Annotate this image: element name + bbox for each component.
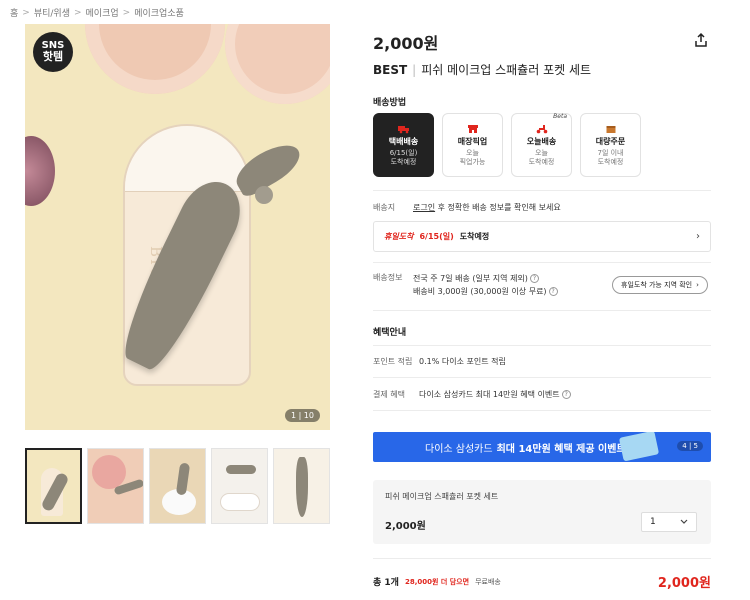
box-icon: [606, 125, 615, 133]
shipping-info-line2: 배송비 3,000원 (30,000원 이상 무료): [413, 287, 547, 297]
option-price: 2,000원: [385, 521, 426, 532]
product-price: 2,000원: [373, 34, 439, 53]
badge-line2: 핫템: [42, 50, 64, 64]
store-icon: [467, 124, 478, 133]
shipping-info-label: 배송정보: [373, 273, 403, 282]
help-icon[interactable]: ?: [561, 390, 571, 399]
points-label: 포인트 적립: [373, 357, 413, 366]
payment-benefit-label: 결제 혜택: [373, 390, 405, 399]
shipping-info-text: 전국 주 7일 배송 (일부 지역 제외)? 배송비 3,000원 (30,00…: [413, 272, 558, 298]
arrival-estimate-box[interactable]: 휴일도착 6/15(일) 도착예정 ›: [373, 221, 711, 252]
promo-text: 다이소 삼성카드: [425, 443, 493, 455]
decor-brush: [25, 136, 55, 206]
benefits-title: 혜택안내: [373, 328, 407, 338]
breadcrumb-separator: >: [22, 7, 30, 18]
help-icon[interactable]: ?: [529, 274, 539, 283]
product-main-image[interactable]: BICHIC SNS 핫템 1 | 10: [25, 24, 330, 430]
login-link[interactable]: 로그인: [413, 203, 435, 212]
quantity-select[interactable]: 1: [641, 512, 697, 532]
free-shipping-threshold: 28,000원 더 담으면: [404, 577, 470, 586]
divider: [373, 190, 711, 191]
shipping-option-sub: 6/15(일) 도착예정: [389, 148, 418, 166]
thumbnail-strip: [25, 448, 330, 524]
thumbnail-3[interactable]: [149, 448, 206, 524]
promo-pager: 4 | 5: [677, 441, 703, 451]
shipping-option-pickup[interactable]: 매장픽업 오늘 픽업가능: [442, 113, 503, 177]
shipping-option-sub: 7일 이내 도착예정: [597, 148, 624, 166]
help-icon[interactable]: ?: [548, 287, 558, 297]
breadcrumb-current[interactable]: 메이크업소품: [134, 6, 184, 19]
pouch-button: [255, 186, 273, 204]
payment-benefit-text: 다이소 삼성카드 최대 14만원 혜택 이벤트?: [419, 389, 571, 400]
check-region-button[interactable]: 휴일도착 가능 지역 확인 ›: [612, 276, 708, 294]
breadcrumb-category[interactable]: 뷰티/위생: [34, 6, 70, 19]
chevron-down-icon: [680, 519, 688, 524]
divider: [373, 410, 711, 411]
shipping-option-name: 택배배송: [388, 136, 419, 146]
product-name: 피쉬 메이크업 스패츌러 포켓 세트: [421, 63, 592, 77]
total-count: 총 1개: [373, 578, 399, 588]
shipping-option-sub: 오늘 픽업가능: [459, 148, 486, 166]
free-shipping-label: 무료배송: [475, 577, 501, 586]
option-name: 피쉬 메이크업 스패츌러 포켓 세트: [385, 492, 499, 501]
thumbnail-1[interactable]: [25, 448, 82, 524]
thumbnail-5[interactable]: [273, 448, 330, 524]
decor-compact: [85, 24, 225, 94]
arrival-date: 6/15(일): [419, 232, 454, 241]
divider: [373, 377, 711, 378]
shipping-options: 택배배송 6/15(일) 도착예정 매장픽업 오늘 픽업가능 Beta 오늘배송 오…: [373, 113, 641, 177]
card-illustration: [618, 432, 660, 462]
destination-text: 로그인 후 정확한 배송 정보를 확인해 보세요: [413, 202, 561, 213]
shipping-option-delivery[interactable]: 택배배송 6/15(일) 도착예정: [373, 113, 434, 177]
beta-label: Beta: [553, 113, 567, 120]
promo-banner[interactable]: 다이소 삼성카드 최대 14만원 혜택 제공 이벤트 4 | 5: [373, 432, 711, 462]
breadcrumb-separator: >: [122, 7, 131, 18]
shipping-info-line1: 전국 주 7일 배송 (일부 지역 제외): [413, 274, 528, 283]
chevron-right-icon: ›: [696, 281, 699, 289]
chevron-right-icon: ›: [696, 231, 700, 242]
destination-label: 배송지: [373, 203, 396, 212]
divider: [373, 345, 711, 346]
truck-icon: [397, 125, 409, 134]
destination-hint: 후 정확한 배송 정보를 확인해 보세요: [437, 203, 561, 212]
quantity-value: 1: [650, 517, 656, 527]
pouch-flap: [125, 126, 249, 192]
breadcrumb-separator: >: [73, 7, 82, 18]
decor-compact: [225, 24, 330, 104]
divider: [373, 262, 711, 263]
shipping-option-name: 오늘배송: [526, 136, 557, 146]
promo-highlight: 최대 14만원 혜택 제공 이벤트: [496, 443, 626, 455]
divider: [373, 310, 711, 311]
holiday-delivery-brand: 휴일도착: [384, 232, 414, 241]
divider: [373, 558, 711, 559]
product-title: BEST | 피쉬 메이크업 스패츌러 포켓 세트: [373, 61, 591, 78]
shipping-option-sub: 오늘 도착예정: [528, 148, 555, 166]
shipping-option-name: 대량주문: [595, 136, 626, 146]
points-text: 0.1% 다이소 포인트 적립: [419, 357, 506, 366]
shipping-option-same-day[interactable]: Beta 오늘배송 오늘 도착예정: [511, 113, 572, 177]
sns-hot-badge: SNS 핫템: [33, 32, 73, 72]
scooter-icon: [536, 124, 547, 134]
shipping-option-bulk[interactable]: 대량주문 7일 이내 도착예정: [580, 113, 641, 177]
shipping-method-title: 배송방법: [373, 98, 407, 108]
thumbnail-4[interactable]: [211, 448, 268, 524]
shipping-option-name: 매장픽업: [457, 136, 488, 146]
image-counter: 1 | 10: [284, 409, 320, 422]
breadcrumb: 홈 > 뷰티/위생 > 메이크업 > 메이크업소품: [10, 6, 184, 20]
share-icon[interactable]: [693, 32, 709, 48]
breadcrumb-subcategory[interactable]: 메이크업: [86, 6, 119, 19]
title-divider: |: [412, 62, 417, 77]
total-row: 총 1개 28,000원 더 담으면 무료배송 2,000원: [373, 572, 711, 591]
best-tag: BEST: [373, 62, 408, 77]
selected-option-box: 피쉬 메이크업 스패츌러 포켓 세트 2,000원 1: [373, 480, 711, 544]
arrival-suffix: 도착예정: [459, 232, 490, 241]
breadcrumb-home[interactable]: 홈: [10, 6, 18, 19]
total-price: 2,000원: [657, 576, 711, 591]
thumbnail-2[interactable]: [87, 448, 144, 524]
check-region-label: 휴일도착 가능 지역 확인: [621, 281, 693, 289]
